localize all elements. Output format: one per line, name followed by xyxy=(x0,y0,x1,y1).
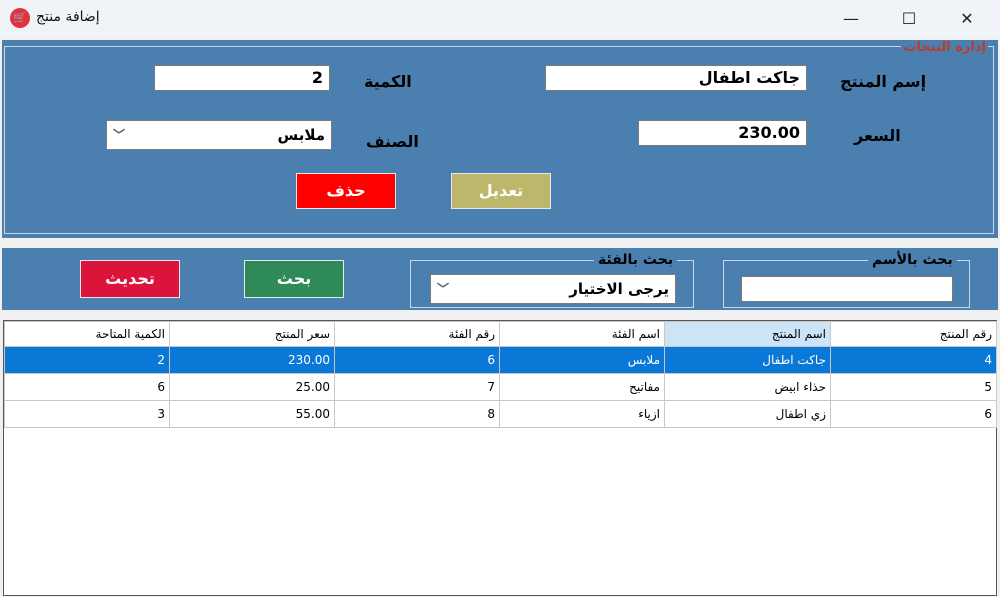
shop-icon: 🛒 xyxy=(10,8,30,28)
close-button[interactable]: ✕ xyxy=(938,0,996,38)
minimize-icon: — xyxy=(843,9,859,28)
cell-category-id: 8 xyxy=(334,400,500,428)
window-title: إضافة منتج xyxy=(36,9,100,25)
quantity-label: الكمية xyxy=(364,72,412,91)
search-button[interactable]: بحث xyxy=(244,260,344,298)
table-row[interactable]: 6 25.00 7 مفاتيح حذاء ابيض 5 xyxy=(4,373,997,401)
column-header-product-id[interactable]: رقم المنتج xyxy=(830,321,997,347)
category-search-value: يرجى الاختيار xyxy=(569,280,669,298)
category-label: الصنف xyxy=(366,132,419,151)
category-select-value: ملابس xyxy=(277,126,325,144)
category-select[interactable]: ملابس ﹀ xyxy=(106,120,332,150)
cell-category-id: 7 xyxy=(334,373,500,401)
quantity-input[interactable]: 2 xyxy=(154,65,330,91)
name-search-label: بحث بالأسم xyxy=(868,252,957,268)
cell-category-name: مفاتيح xyxy=(499,373,665,401)
chevron-down-icon: ﹀ xyxy=(437,282,450,296)
cell-product-price: 25.00 xyxy=(169,373,335,401)
search-panel: بحث بالأسم بحث بالفئة يرجى الاختيار ﹀ بح… xyxy=(2,248,998,310)
refresh-button[interactable]: تحديث xyxy=(80,260,180,298)
column-header-available-qty[interactable]: الكمية المتاحة xyxy=(4,321,170,347)
cell-product-price: 230.00 xyxy=(169,346,335,374)
maximize-button[interactable]: ☐ xyxy=(880,0,938,38)
table-row[interactable]: 2 230.00 6 ملابس جاكت اطفال 4 xyxy=(4,346,997,374)
table-header-row: الكمية المتاحة سعر المنتج رقم الفئة اسم … xyxy=(4,321,997,347)
cell-product-price: 55.00 xyxy=(169,400,335,428)
delete-button[interactable]: حذف xyxy=(296,173,396,209)
name-search-input[interactable] xyxy=(741,276,953,302)
close-icon: ✕ xyxy=(960,9,974,28)
price-input[interactable]: 230.00 xyxy=(638,120,807,146)
cell-available-qty: 6 xyxy=(4,373,170,401)
cell-product-id: 5 xyxy=(830,373,997,401)
cell-available-qty: 3 xyxy=(4,400,170,428)
cell-category-id: 6 xyxy=(334,346,500,374)
column-header-category-name[interactable]: اسم الفئة xyxy=(499,321,665,347)
cell-product-id: 4 xyxy=(830,346,997,374)
cell-category-name: ملابس xyxy=(499,346,665,374)
cell-product-name: حذاء ابيض xyxy=(664,373,831,401)
edit-button[interactable]: تعديل xyxy=(451,173,551,209)
manage-panel: إدارة النتجات إسم المنتج جاكت اطفال الكم… xyxy=(2,40,998,238)
maximize-icon: ☐ xyxy=(901,9,917,28)
product-name-input[interactable]: جاكت اطفال xyxy=(545,65,807,91)
category-search-select[interactable]: يرجى الاختيار ﹀ xyxy=(430,274,676,304)
cell-product-name: جاكت اطفال xyxy=(664,346,831,374)
column-header-category-id[interactable]: رقم الفئة xyxy=(334,321,500,347)
cell-category-name: ازياء xyxy=(499,400,665,428)
title-bar: 🛒 إضافة منتج — ☐ ✕ xyxy=(0,0,1000,38)
column-header-product-price[interactable]: سعر المنتج xyxy=(169,321,335,347)
column-header-product-name[interactable]: اسم المنتج xyxy=(664,321,831,347)
product-name-label: إسم المنتج xyxy=(840,72,927,91)
cell-product-name: زي اطفال xyxy=(664,400,831,428)
cell-available-qty: 2 xyxy=(4,346,170,374)
products-table[interactable]: الكمية المتاحة سعر المنتج رقم الفئة اسم … xyxy=(3,320,997,596)
price-label: السعر xyxy=(854,126,901,145)
manage-group-title: إدارة النتجات xyxy=(901,40,988,55)
table-row[interactable]: 3 55.00 8 ازياء زي اطفال 6 xyxy=(4,400,997,428)
cell-product-id: 6 xyxy=(830,400,997,428)
category-search-label: بحث بالفئة xyxy=(594,252,678,268)
chevron-down-icon: ﹀ xyxy=(113,128,126,142)
minimize-button[interactable]: — xyxy=(822,0,880,38)
